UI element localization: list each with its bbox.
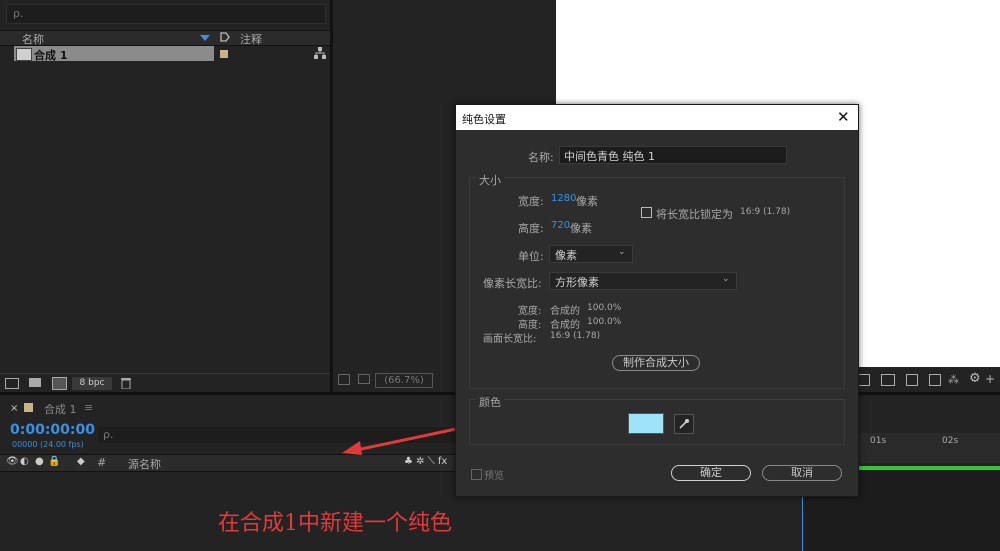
width-unit: 像素: [576, 195, 598, 208]
annotation-arrow: [342, 427, 457, 455]
solid-settings-dialog: 纯色设置 ✕ 名称: 中间色青色 纯色 1 大小 宽度: 1280 像素 将长宽…: [455, 104, 859, 497]
size-group: 大小 宽度: 1280 像素 将长宽比锁定为 16:9 (1.78) 高度: 7…: [469, 172, 845, 389]
pixel-aspect-value: 方形像素: [555, 276, 599, 289]
pct-height-number: 100.0%: [587, 317, 622, 327]
dialog-title: 纯色设置: [462, 113, 506, 126]
eyedropper-icon[interactable]: [674, 414, 694, 434]
close-tab-icon[interactable]: ×: [10, 403, 18, 414]
label-tag-icon[interactable]: ◆: [77, 456, 85, 467]
height-value[interactable]: 720: [551, 220, 570, 231]
lock-aspect-ratio: 16:9 (1.78): [740, 207, 791, 217]
unit-select[interactable]: 像素 ⌄: [549, 245, 633, 263]
pct-width-label: 宽度:: [518, 306, 542, 317]
pct-height-value: 合成的: [550, 320, 580, 331]
project-panel: ρ. 名称 注释 合成 1 8 bpc: [0, 0, 330, 393]
project-bottom-toolbar: 8 bpc: [0, 373, 330, 393]
pct-width-number: 100.0%: [587, 303, 622, 313]
lock-icon[interactable]: 🔒: [48, 456, 60, 467]
color-swatch[interactable]: [628, 413, 664, 434]
project-item-row[interactable]: 合成 1: [14, 46, 214, 62]
width-label: 宽度:: [518, 195, 544, 208]
column-comment-label[interactable]: 注释: [240, 31, 262, 47]
work-area-bar[interactable]: [858, 466, 1000, 470]
chevron-down-icon: ⌄: [618, 247, 626, 257]
trash-icon[interactable]: [121, 377, 131, 392]
color-section-title: 颜色: [476, 394, 504, 410]
name-input-value: 中间色青色 纯色 1: [564, 150, 655, 163]
timeline-tab-label[interactable]: 合成 1: [44, 401, 77, 417]
ruler-label-1s: 01s: [870, 436, 887, 446]
pct-height-label: 高度:: [518, 320, 542, 331]
grid-icon[interactable]: [906, 374, 918, 386]
bpc-label[interactable]: 8 bpc: [72, 377, 112, 390]
make-comp-size-button[interactable]: 制作合成大小: [612, 355, 700, 371]
exposure-plus-icon[interactable]: +: [985, 372, 995, 386]
project-item-name: 合成 1: [34, 49, 68, 62]
ok-button[interactable]: 确定: [671, 465, 751, 481]
eye-icon[interactable]: 👁: [6, 456, 19, 467]
column-hash-label[interactable]: #: [97, 456, 106, 469]
unit-select-value: 像素: [555, 249, 577, 262]
project-column-header: 名称 注释: [0, 30, 330, 46]
width-value[interactable]: 1280: [551, 193, 576, 204]
frame-aspect-value: 16:9 (1.78): [550, 331, 601, 341]
preview-label: 预览: [484, 471, 504, 482]
annotation-caption: 在合成1中新建一个纯色: [218, 511, 452, 536]
interpret-footage-icon[interactable]: [5, 378, 19, 389]
fast-preview-icon[interactable]: [881, 374, 895, 386]
lock-aspect-label: 将长宽比锁定为: [656, 208, 733, 221]
frame-rate-text: 00000 (24.00 fps): [12, 440, 84, 449]
frame-aspect-label: 画面长宽比:: [483, 334, 537, 345]
pixel-aspect-label: 像素长宽比:: [483, 277, 542, 290]
tab-menu-icon[interactable]: ≡: [84, 401, 93, 414]
name-label: 名称:: [528, 151, 554, 164]
project-search-input[interactable]: ρ.: [6, 4, 326, 24]
sort-arrow-icon[interactable]: [200, 35, 210, 41]
preview-checkbox[interactable]: [471, 469, 482, 480]
size-section-title: 大小: [476, 172, 504, 188]
share-icon[interactable]: [929, 374, 941, 386]
search-icon: ρ.: [13, 7, 24, 20]
current-timecode[interactable]: 0:00:00:00: [10, 422, 95, 438]
name-input[interactable]: 中间色青色 纯色 1: [559, 146, 787, 164]
column-name-label[interactable]: 名称: [22, 31, 44, 47]
pct-width-value: 合成的: [550, 306, 580, 317]
solo-icon[interactable]: ●: [35, 456, 44, 467]
color-group: 颜色: [469, 394, 845, 445]
toggle-transparency-icon[interactable]: [858, 374, 870, 386]
snapshot-icon[interactable]: [338, 374, 350, 385]
audio-icon[interactable]: ◐: [20, 456, 29, 467]
item-label-color[interactable]: [220, 50, 228, 58]
search-icon: ρ.: [103, 428, 114, 441]
label-tag-icon: [220, 32, 230, 42]
height-unit: 像素: [570, 222, 592, 235]
close-icon[interactable]: ✕: [837, 108, 850, 126]
height-label: 高度:: [518, 222, 544, 235]
new-composition-icon[interactable]: [52, 377, 67, 390]
ruler-label-2s: 02s: [942, 436, 959, 446]
zoom-select[interactable]: (66.7%): [375, 373, 433, 388]
flowchart-icon[interactable]: [314, 47, 326, 62]
timeline-ruler[interactable]: 01s 02s: [858, 433, 1000, 463]
lock-aspect-checkbox[interactable]: [641, 207, 652, 218]
unit-label: 单位:: [518, 250, 544, 263]
column-source-name-label[interactable]: 源名称: [128, 456, 161, 472]
composition-icon: [16, 48, 32, 61]
settings-gear-icon[interactable]: ⚙: [969, 371, 981, 386]
cancel-button[interactable]: 取消: [762, 465, 842, 481]
chevron-down-icon: ⌄: [722, 274, 730, 284]
pixel-aspect-select[interactable]: 方形像素 ⌄: [549, 272, 737, 290]
reset-exposure-icon[interactable]: ⁂: [948, 373, 959, 386]
monitor-icon[interactable]: [358, 374, 370, 384]
new-folder-icon[interactable]: [29, 378, 41, 387]
dialog-titlebar: 纯色设置 ✕: [456, 105, 858, 130]
tab-color-swatch: [24, 403, 33, 412]
